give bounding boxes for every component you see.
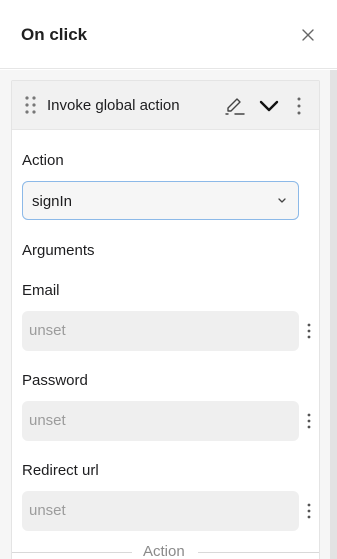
password-field[interactable]: unset (22, 401, 299, 441)
email-field-menu-button[interactable] (304, 321, 314, 341)
chevron-down-icon (259, 100, 279, 112)
drag-handle[interactable] (24, 95, 38, 115)
more-vertical-icon (307, 323, 311, 339)
scrollbar[interactable] (330, 70, 337, 559)
action-label: Action (22, 152, 64, 169)
redirect-url-field-placeholder: unset (29, 502, 66, 519)
more-vertical-icon (307, 503, 311, 519)
email-field-placeholder: unset (29, 322, 66, 339)
password-field-menu-button[interactable] (304, 411, 314, 431)
edit-button[interactable] (224, 95, 246, 117)
redirect-url-field[interactable]: unset (22, 491, 299, 531)
action-card-header: Invoke global action (12, 81, 319, 130)
email-label: Email (22, 282, 60, 299)
add-action-label: Action (143, 543, 185, 559)
action-select[interactable]: signIn (22, 181, 299, 220)
password-label: Password (22, 372, 88, 389)
card-menu-button[interactable] (292, 95, 306, 117)
action-card-title: Invoke global action (47, 97, 180, 114)
panel-header: On click (0, 0, 337, 69)
more-vertical-icon (297, 97, 301, 115)
more-vertical-icon (307, 413, 311, 429)
edit-icon (225, 98, 245, 115)
divider-line-right (198, 552, 319, 553)
password-field-placeholder: unset (29, 412, 66, 429)
close-button[interactable] (296, 23, 320, 47)
drag-handle-icon (25, 96, 36, 114)
collapse-button[interactable] (258, 96, 280, 116)
action-select-value: signIn (32, 193, 73, 210)
email-field[interactable]: unset (22, 311, 299, 351)
close-icon (302, 29, 314, 41)
redirect-url-label: Redirect url (22, 462, 99, 479)
action-card: Invoke global action Action signIn Argum… (11, 80, 320, 559)
divider-line-left (12, 552, 132, 553)
redirect-url-field-menu-button[interactable] (304, 501, 314, 521)
panel-title: On click (21, 25, 88, 44)
arguments-label: Arguments (22, 242, 95, 259)
chevron-down-icon (278, 198, 286, 203)
add-action-divider[interactable]: Action (12, 543, 319, 559)
